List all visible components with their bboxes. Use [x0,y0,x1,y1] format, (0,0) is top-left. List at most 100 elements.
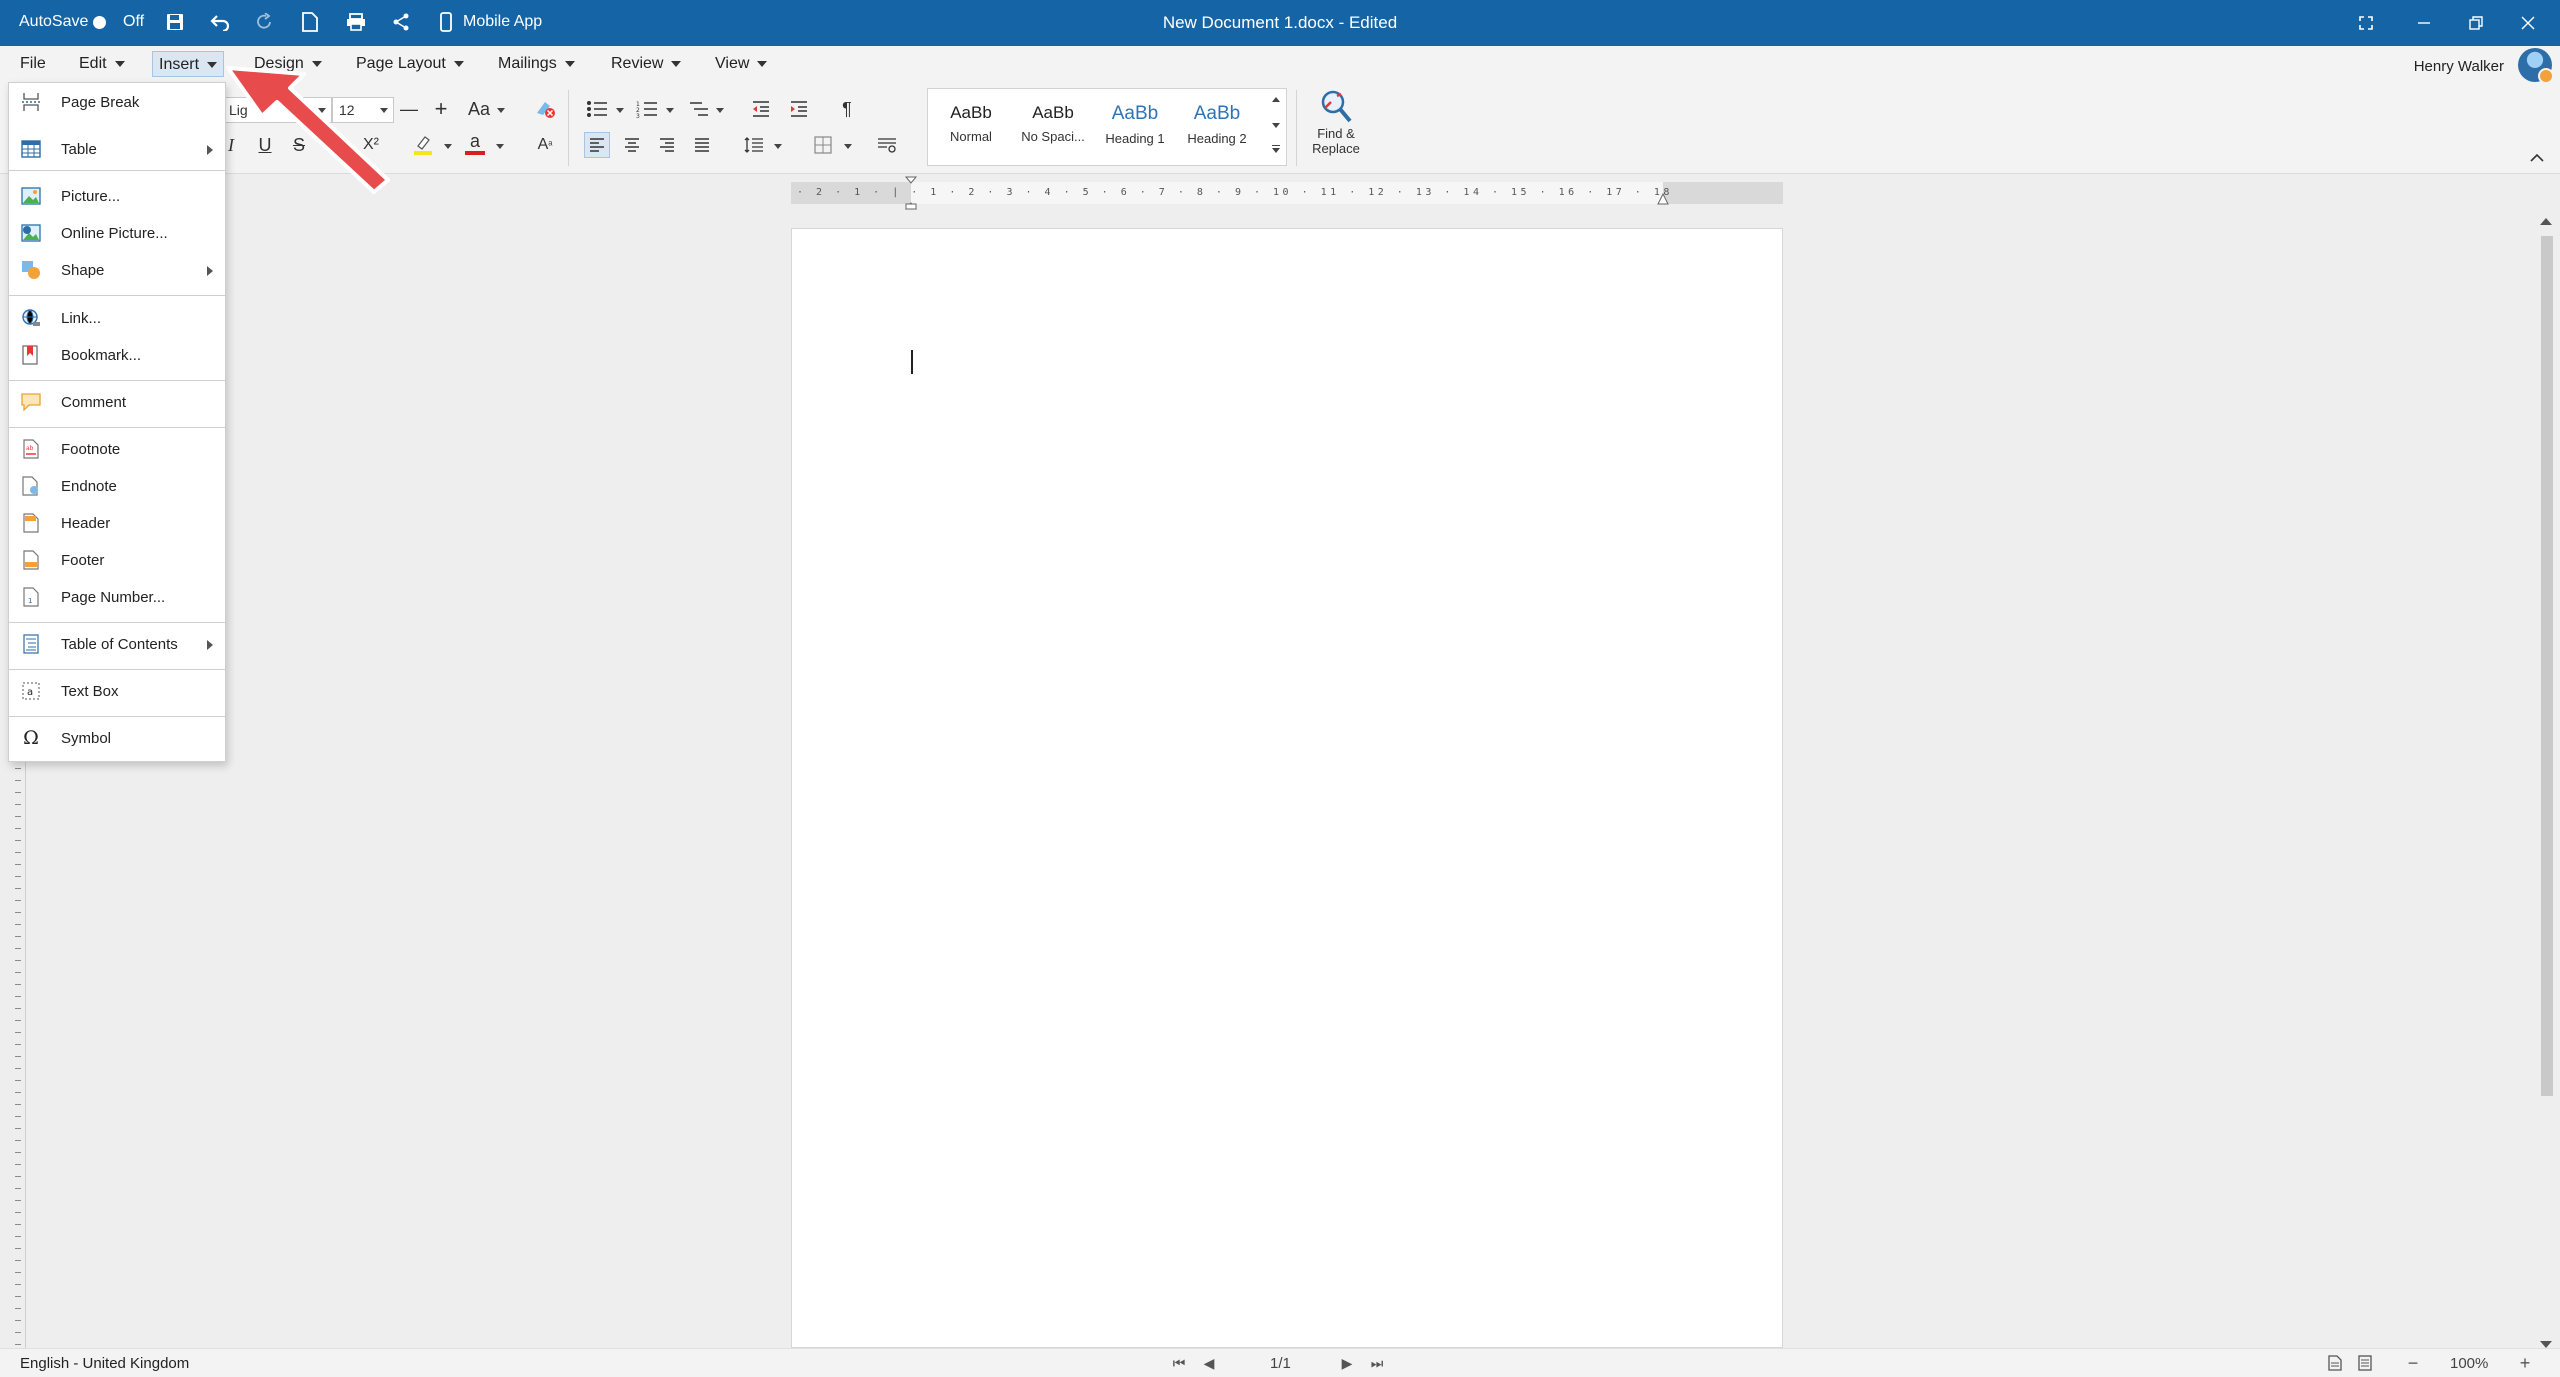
chevron-down-icon[interactable] [844,144,852,149]
status-bar: English - United Kingdom ⏮ ◀ 1/1 ▶ ⏭ − 1… [0,1348,2560,1377]
chevron-down-icon[interactable] [774,144,782,149]
insert-footnote[interactable]: ab Footnote [9,432,225,466]
numbered-list-icon[interactable]: 123 [634,96,660,122]
increase-font-icon[interactable]: + [428,96,454,122]
chevron-down-icon[interactable] [616,108,624,113]
align-left-icon[interactable] [584,132,610,158]
insert-table-label: Table [61,140,97,158]
insert-page-break[interactable]: Page Break [9,85,225,119]
decrease-indent-icon[interactable] [748,96,774,122]
chevron-down-icon[interactable] [666,108,674,113]
insert-footer[interactable]: Footer [9,543,225,577]
fullscreen-icon[interactable] [2354,11,2378,35]
styles-scroll-up-icon[interactable] [1272,97,1280,102]
chevron-down-icon[interactable] [318,108,326,113]
print-layout-icon[interactable] [2326,1354,2344,1372]
style-heading-2[interactable]: AaBb Heading 2 [1178,103,1256,146]
decrease-font-icon[interactable]: — [396,96,422,122]
underline-button[interactable]: U [252,132,278,158]
insert-shape[interactable]: Shape [9,253,225,287]
justify-icon[interactable] [689,132,715,158]
indent-marker-right[interactable] [1657,192,1669,205]
document-page[interactable] [791,228,1783,1348]
menu-view[interactable]: View [709,51,773,77]
insert-picture[interactable]: Picture... [9,179,225,213]
menu-design[interactable]: Design [248,51,328,77]
insert-text-box[interactable]: a Text Box [9,674,225,708]
restore-icon[interactable] [2464,11,2488,35]
align-right-icon[interactable] [654,132,680,158]
pilcrow-icon[interactable]: ¶ [834,96,860,122]
close-icon[interactable] [2516,11,2540,35]
chevron-down-icon[interactable] [380,108,388,113]
line-spacing-icon[interactable] [741,132,767,158]
highlight-icon[interactable] [410,132,436,158]
style-normal[interactable]: AaBb Normal [932,103,1010,144]
chevron-down-icon[interactable] [716,108,724,113]
bullet-list-icon[interactable] [584,96,610,122]
insert-link[interactable]: Link... [9,301,225,335]
paragraph-settings-icon[interactable] [874,132,900,158]
menu-view-label: View [715,55,750,72]
find-replace-button[interactable]: Find & Replace [1300,88,1372,168]
character-style-icon[interactable]: Aᵃ [532,132,558,158]
horizontal-ruler[interactable]: · 2 · 1 · | · 1 · 2 · 3 · 4 · 5 · 6 · 7 … [791,176,1783,210]
font-color-button[interactable]: a [462,130,488,156]
borders-icon[interactable] [810,132,836,158]
language-indicator[interactable]: English - United Kingdom [20,1355,189,1372]
chevron-down-icon[interactable] [496,144,504,149]
insert-online-picture-label: Online Picture... [61,224,168,242]
indent-marker-left[interactable] [904,176,918,210]
insert-page-number[interactable]: 1 Page Number... [9,580,225,614]
insert-comment[interactable]: Comment [9,385,225,419]
strikethrough-button[interactable]: S [286,132,312,158]
previous-page-icon[interactable]: ◀ [1200,1354,1218,1372]
collapse-ribbon-icon[interactable] [2530,150,2544,162]
insert-bookmark[interactable]: Bookmark... [9,338,225,372]
zoom-in-icon[interactable]: + [2516,1353,2534,1373]
scroll-up-icon[interactable] [2540,218,2552,225]
minimize-icon[interactable] [2412,11,2436,35]
style-no-spacing[interactable]: AaBb No Spaci... [1014,103,1092,144]
menu-file[interactable]: File [14,51,52,77]
insert-symbol[interactable]: Ω Symbol [9,721,225,755]
chevron-down-icon[interactable] [444,144,452,149]
change-case-button[interactable]: Aa [466,96,492,122]
zoom-level[interactable]: 100% [2450,1355,2488,1372]
online-picture-icon [21,223,41,243]
vertical-scrollbar[interactable] [2538,218,2554,1348]
superscript-button[interactable]: X² [358,132,384,158]
styles-more-icon[interactable] [1272,145,1280,153]
styles-scroll-down-icon[interactable] [1272,123,1280,128]
font-name-combo[interactable]: Lig [222,97,332,123]
menu-review[interactable]: Review [605,51,687,77]
find-replace-label-2: Replace [1312,141,1360,156]
insert-endnote-label: Endnote [61,477,117,495]
next-page-icon[interactable]: ▶ [1338,1354,1356,1372]
web-layout-icon[interactable] [2356,1354,2374,1372]
insert-footer-label: Footer [61,551,105,569]
first-page-icon[interactable]: ⏮ [1170,1354,1188,1372]
menu-insert[interactable]: Insert [152,51,225,77]
increase-indent-icon[interactable] [786,96,812,122]
multilevel-list-icon[interactable] [686,96,712,122]
chevron-down-icon[interactable] [497,108,505,113]
align-center-icon[interactable] [619,132,645,158]
last-page-icon[interactable]: ⏭ [1368,1354,1386,1372]
insert-header[interactable]: Header [9,506,225,540]
ribbon: Lig 12 — + Aa 123 ¶ I U S X² a Aᵃ AaBb N… [0,82,2560,174]
insert-endnote[interactable]: Endnote [9,469,225,503]
insert-table[interactable]: Table [9,132,225,166]
menu-mailings[interactable]: Mailings [492,51,581,77]
menu-edit[interactable]: Edit [73,51,131,77]
insert-online-picture[interactable]: Online Picture... [9,216,225,250]
scrollbar-thumb[interactable] [2541,236,2553,1096]
user-name[interactable]: Henry Walker [2414,58,2504,75]
insert-table-of-contents[interactable]: Table of Contents [9,627,225,661]
style-heading-1[interactable]: AaBb Heading 1 [1096,103,1174,146]
avatar[interactable] [2518,48,2554,84]
menu-page-layout[interactable]: Page Layout [350,51,470,77]
clear-formatting-icon[interactable] [532,96,558,122]
scroll-down-icon[interactable] [2540,1341,2552,1348]
zoom-out-icon[interactable]: − [2404,1353,2422,1373]
